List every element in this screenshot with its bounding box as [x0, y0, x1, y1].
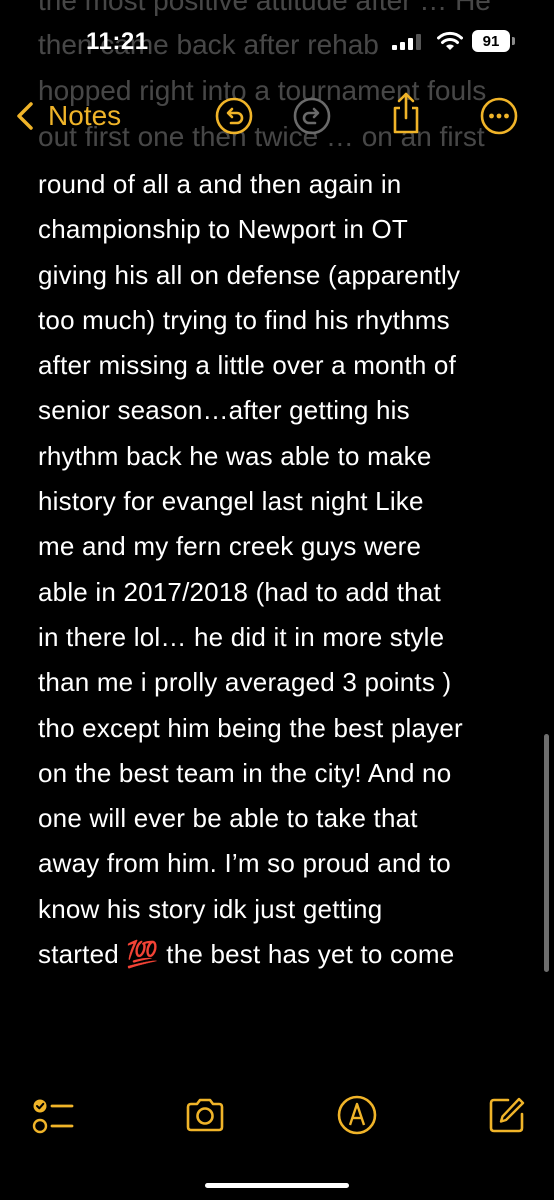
note-line: tho except him being the best player	[38, 712, 463, 743]
back-button[interactable]: Notes	[14, 98, 121, 134]
compose-icon[interactable]	[486, 1094, 528, 1136]
note-line: senior season…after getting his	[38, 395, 410, 426]
more-icon[interactable]	[480, 97, 518, 135]
note-line: rhythm back he was able to make	[38, 440, 432, 471]
camera-icon[interactable]	[184, 1094, 226, 1136]
note-line: round of all a and then again in	[38, 169, 402, 199]
checklist-icon[interactable]	[32, 1096, 76, 1138]
scrolled-text-line: then came back after rehab	[38, 29, 379, 60]
note-line: too much) trying to find his rhythms	[38, 304, 450, 335]
nav-bar: Notes	[0, 86, 554, 146]
undo-icon[interactable]	[215, 97, 253, 135]
home-indicator	[205, 1183, 349, 1188]
bottom-toolbar	[0, 1088, 554, 1148]
redo-icon[interactable]	[293, 97, 331, 135]
note-line: after missing a little over a month of	[38, 350, 457, 381]
note-line: than me i prolly averaged 3 points )	[38, 667, 452, 698]
note-line: history for evangel last night Like	[38, 486, 424, 517]
note-line: on the best team in the city! And no	[38, 757, 452, 788]
note-line: started 💯 the best has yet to come	[38, 939, 455, 970]
note-line: away from him. I’m so proud and to	[38, 848, 451, 879]
note-line: me and my fern creek guys were	[38, 531, 422, 562]
markup-icon[interactable]	[336, 1094, 378, 1136]
note-line: know his story idk just getting	[38, 893, 383, 924]
note-line: in there lol… he did it in more style	[38, 621, 445, 652]
note-body[interactable]: round of all a and then again in champio…	[38, 162, 538, 977]
note-line: able in 2017/2018 (had to add that	[38, 576, 441, 607]
scrolled-text-line: the most positive attitude after … He	[38, 0, 491, 16]
share-icon[interactable]	[388, 91, 424, 135]
scrollbar[interactable]	[544, 734, 549, 972]
note-line: championship to Newport in OT	[38, 214, 408, 245]
note-line: one will ever be able to take that	[38, 803, 418, 834]
note-line: giving his all on defense (apparently	[38, 259, 461, 290]
chevron-left-icon	[17, 102, 33, 130]
back-button-label: Notes	[48, 100, 122, 131]
